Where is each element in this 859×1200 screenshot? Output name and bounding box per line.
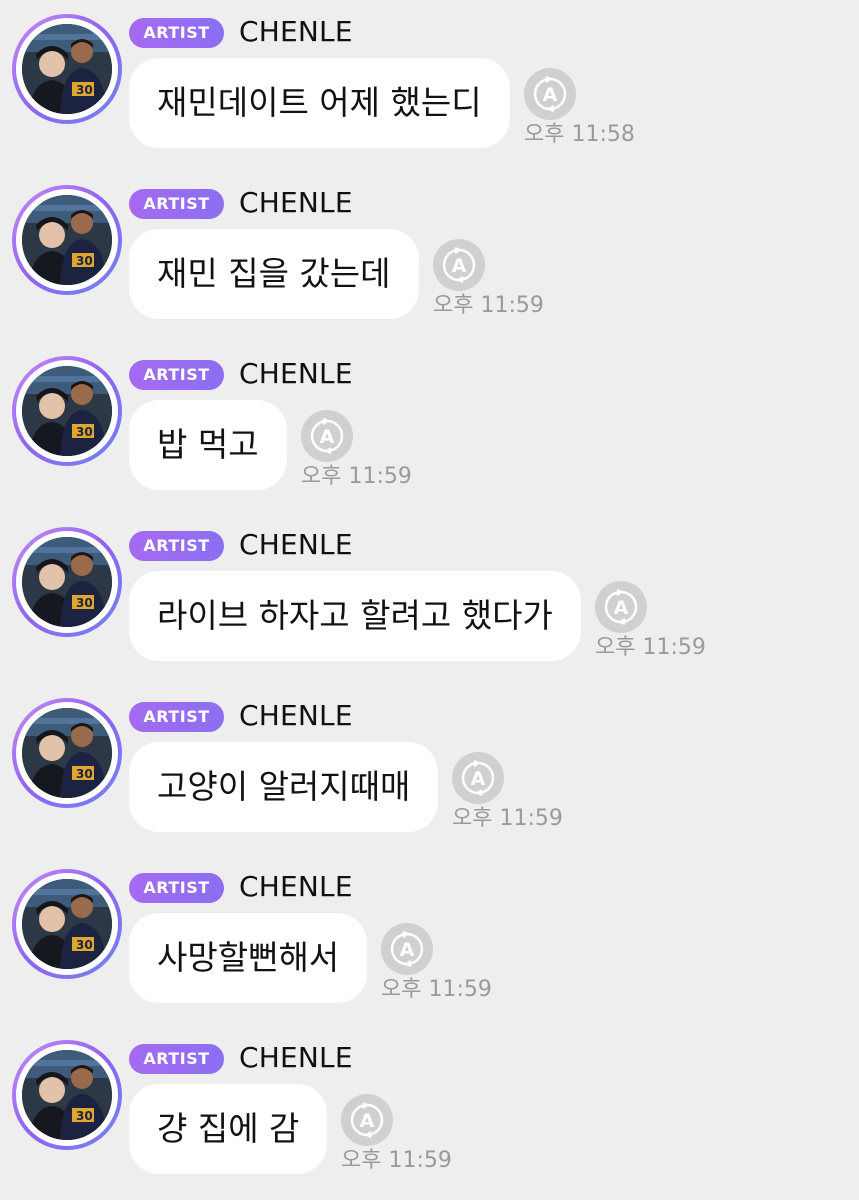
svg-text:A: A <box>471 768 486 790</box>
timestamp: 오후 11:59 <box>341 1148 452 1173</box>
avatar[interactable]: 30 <box>12 869 122 979</box>
avatar[interactable]: 30 <box>12 527 122 637</box>
artist-badge: ARTIST <box>129 189 224 219</box>
timestamp: 오후 11:59 <box>381 977 492 1002</box>
svg-text:A: A <box>614 597 629 619</box>
sender-name[interactable]: CHENLE <box>239 699 353 733</box>
chat-message: 30 ARTIST CHENLE 사망할뻔해서 A 오후 11:59 <box>0 855 859 1026</box>
auto-translate-icon[interactable]: A <box>433 239 485 291</box>
timestamp: 오후 11:59 <box>301 464 412 489</box>
timestamp: 오후 11:58 <box>524 122 635 147</box>
avatar-ring: 30 <box>16 360 118 462</box>
avatar-ring: 30 <box>16 18 118 120</box>
profile-photo: 30 <box>22 366 112 456</box>
artist-badge: ARTIST <box>129 18 224 48</box>
svg-text:A: A <box>360 1110 375 1132</box>
auto-translate-icon[interactable]: A <box>381 923 433 975</box>
chat-message: 30 ARTIST CHENLE 재민 집을 갔는데 A 오후 11:59 <box>0 171 859 342</box>
avatar[interactable]: 30 <box>12 698 122 808</box>
svg-text:A: A <box>320 426 335 448</box>
auto-translate-icon[interactable]: A <box>452 752 504 804</box>
avatar[interactable]: 30 <box>12 356 122 466</box>
chat-message: 30 ARTIST CHENLE 라이브 하자고 할려고 했다가 A 오후 11… <box>0 513 859 684</box>
avatar-ring: 30 <box>16 189 118 291</box>
avatar-ring: 30 <box>16 531 118 633</box>
svg-text:30: 30 <box>76 938 93 952</box>
svg-text:30: 30 <box>76 83 93 97</box>
sender-name[interactable]: CHENLE <box>239 186 353 220</box>
message-bubble[interactable]: 걍 집에 감 <box>129 1084 328 1174</box>
avatar[interactable]: 30 <box>12 185 122 295</box>
avatar-ring: 30 <box>16 873 118 975</box>
message-bubble[interactable]: 고양이 알러지때매 <box>129 742 439 832</box>
profile-photo: 30 <box>22 537 112 627</box>
svg-text:A: A <box>400 939 415 961</box>
avatar[interactable]: 30 <box>12 1040 122 1150</box>
sender-name[interactable]: CHENLE <box>239 528 353 562</box>
svg-text:A: A <box>543 84 558 106</box>
avatar[interactable]: 30 <box>12 14 122 124</box>
message-bubble[interactable]: 사망할뻔해서 <box>129 913 368 1003</box>
sender-name[interactable]: CHENLE <box>239 15 353 49</box>
profile-photo: 30 <box>22 24 112 114</box>
artist-badge: ARTIST <box>129 531 224 561</box>
chat-message: 30 ARTIST CHENLE 고양이 알러지때매 A 오후 11:59 <box>0 684 859 855</box>
svg-text:30: 30 <box>76 1109 93 1123</box>
timestamp: 오후 11:59 <box>595 635 706 660</box>
svg-text:A: A <box>452 255 467 277</box>
auto-translate-icon[interactable]: A <box>341 1094 393 1146</box>
chat-message: 30 ARTIST CHENLE 재민데이트 어제 했는디 A 오후 11:58 <box>0 0 859 171</box>
profile-photo: 30 <box>22 195 112 285</box>
message-bubble[interactable]: 라이브 하자고 할려고 했다가 <box>129 571 581 661</box>
timestamp: 오후 11:59 <box>452 806 563 831</box>
sender-name[interactable]: CHENLE <box>239 357 353 391</box>
artist-badge: ARTIST <box>129 360 224 390</box>
auto-translate-icon[interactable]: A <box>301 410 353 462</box>
profile-photo: 30 <box>22 879 112 969</box>
svg-text:30: 30 <box>76 254 93 268</box>
avatar-ring: 30 <box>16 1044 118 1146</box>
auto-translate-icon[interactable]: A <box>595 581 647 633</box>
chat-screen: { "messages": [ {"badge": "ARTIST", "sen… <box>0 0 859 1200</box>
chat-message: 30 ARTIST CHENLE 밥 먹고 A 오후 11:59 <box>0 342 859 513</box>
artist-badge: ARTIST <box>129 873 224 903</box>
artist-badge: ARTIST <box>129 1044 224 1074</box>
svg-text:30: 30 <box>76 425 93 439</box>
sender-name[interactable]: CHENLE <box>239 870 353 904</box>
message-bubble[interactable]: 재민 집을 갔는데 <box>129 229 419 319</box>
message-bubble[interactable]: 밥 먹고 <box>129 400 287 490</box>
svg-text:30: 30 <box>76 596 93 610</box>
timestamp: 오후 11:59 <box>433 293 544 318</box>
profile-photo: 30 <box>22 708 112 798</box>
artist-badge: ARTIST <box>129 702 224 732</box>
chat-message: 30 ARTIST CHENLE 걍 집에 감 A 오후 11:59 <box>0 1026 859 1197</box>
message-bubble[interactable]: 재민데이트 어제 했는디 <box>129 58 510 148</box>
auto-translate-icon[interactable]: A <box>524 68 576 120</box>
sender-name[interactable]: CHENLE <box>239 1041 353 1075</box>
profile-photo: 30 <box>22 1050 112 1140</box>
svg-text:30: 30 <box>76 767 93 781</box>
avatar-ring: 30 <box>16 702 118 804</box>
